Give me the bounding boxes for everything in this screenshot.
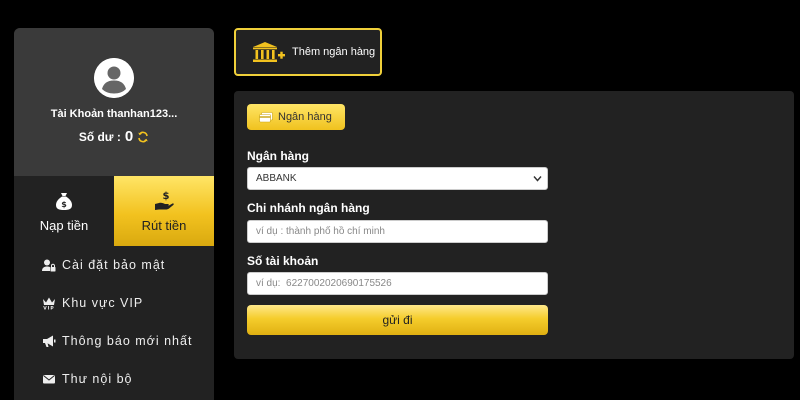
sidebar-item-vip[interactable]: VIP Khu vực VIP <box>14 284 214 322</box>
sidebar-item-notifications[interactable]: Thông báo mới nhất <box>14 322 214 360</box>
sidebar-item-inbox[interactable]: Thư nội bộ <box>14 360 214 398</box>
tab-withdraw[interactable]: $ Rút tiền <box>114 176 214 246</box>
action-tabs: $ Nạp tiền $ Rút tiền <box>14 176 214 246</box>
bank-plus-icon <box>253 42 285 62</box>
bank-select-label: Ngân hàng <box>247 149 309 163</box>
megaphone-icon <box>43 335 56 347</box>
balance-label: Số dư : <box>78 129 121 144</box>
sidebar-item-label: Khu vực VIP <box>62 296 144 310</box>
tab-bank-label: Ngân hàng <box>278 111 332 123</box>
tab-withdraw-label: Rút tiền <box>141 217 187 233</box>
envelope-icon <box>43 375 55 384</box>
add-bank-button[interactable]: Thêm ngân hàng <box>234 28 382 76</box>
balance-value: 0 <box>124 128 134 145</box>
user-avatar-icon <box>94 58 134 98</box>
sidebar-menu: Cài đặt bảo mật VIP Khu vực VIP Thông bá… <box>14 246 214 398</box>
tab-deposit-label: Nạp tiền <box>39 217 89 233</box>
submit-button[interactable]: gửi đi <box>247 305 548 335</box>
avatar[interactable] <box>94 58 134 98</box>
refresh-icon[interactable] <box>137 131 149 143</box>
profile-card: Tài Khoản thanhan123... Số dư : 0 <box>14 28 214 176</box>
balance-row: Số dư : 0 <box>14 128 214 145</box>
sidebar-item-label: Thư nội bộ <box>62 372 133 386</box>
svg-text:VIP: VIP <box>43 306 54 311</box>
account-name: Tài Khoản thanhan123... <box>50 108 178 120</box>
branch-input[interactable] <box>247 220 548 243</box>
hand-dollar-icon: $ <box>155 191 174 210</box>
svg-text:$: $ <box>163 191 170 202</box>
tab-deposit[interactable]: $ Nạp tiền <box>14 176 114 246</box>
add-bank-label: Thêm ngân hàng <box>292 46 376 58</box>
account-number-input[interactable] <box>247 272 548 295</box>
bank-select-wrapper: ABBANK <box>247 167 548 190</box>
account-number-label: Số tài khoản <box>247 254 319 268</box>
sidebar: Tài Khoản thanhan123... Số dư : 0 $ Nạp … <box>14 28 214 400</box>
vip-crown-icon: VIP <box>43 297 55 311</box>
bank-form-panel: Ngân hàng Ngân hàng ABBANK Chi nhánh ngâ… <box>234 91 794 359</box>
svg-text:$: $ <box>61 200 67 209</box>
credit-card-icon <box>259 111 273 122</box>
sidebar-item-security[interactable]: Cài đặt bảo mật <box>14 246 214 284</box>
money-bag-icon: $ <box>56 192 72 210</box>
user-lock-icon <box>42 259 56 272</box>
bank-select[interactable]: ABBANK <box>247 167 548 190</box>
branch-label: Chi nhánh ngân hàng <box>247 201 370 215</box>
sidebar-item-label: Cài đặt bảo mật <box>62 258 166 272</box>
tab-bank[interactable]: Ngân hàng <box>247 104 345 130</box>
sidebar-item-label: Thông báo mới nhất <box>62 334 193 348</box>
